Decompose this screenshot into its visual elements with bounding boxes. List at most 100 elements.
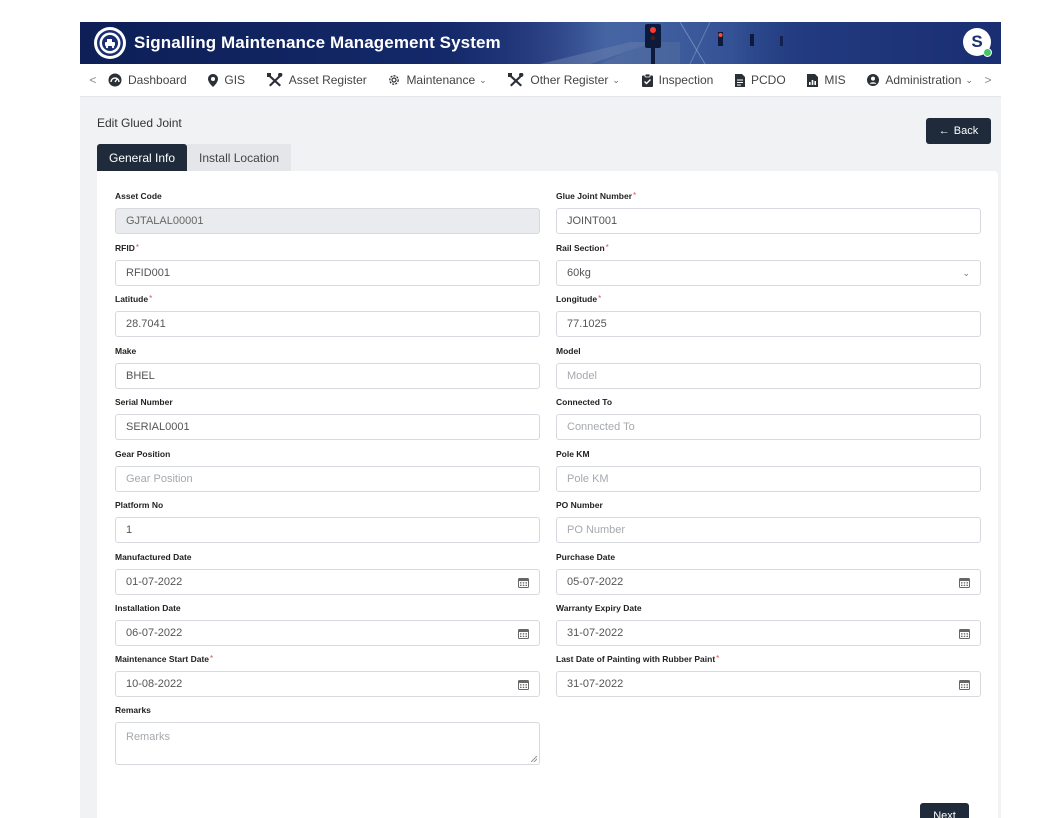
manufactured-date-input[interactable]: 01-07-2022 <box>115 569 540 595</box>
field-label: RFID* <box>115 243 139 253</box>
tab-general-info[interactable]: General Info <box>97 144 188 171</box>
indian-railways-logo <box>94 27 126 59</box>
nav-item-label: MIS <box>824 73 846 87</box>
calendar-icon[interactable] <box>959 628 970 639</box>
nav-item-label: Maintenance <box>406 73 476 87</box>
make-input[interactable]: BHEL <box>115 363 540 389</box>
nav-scroll-right-button[interactable]: > <box>975 73 1001 87</box>
installation-date-input[interactable]: 06-07-2022 <box>115 620 540 646</box>
rail-section-select[interactable]: 60kg ⌄ <box>556 260 981 286</box>
gear-position-field: Gear Position Gear Position <box>115 448 540 492</box>
field-label: Glue Joint Number* <box>556 191 637 201</box>
nav-item-mis[interactable]: MIS <box>807 73 846 87</box>
po-number-field: PO Number PO Number <box>556 499 981 543</box>
longitude-field: Longitude* 77.1025 <box>556 293 981 337</box>
dashboard-gauge-icon <box>108 73 122 87</box>
nav-item-dashboard[interactable]: Dashboard <box>108 73 187 87</box>
longitude-input[interactable]: 77.1025 <box>556 311 981 337</box>
nav-item-label: PCDO <box>751 73 786 87</box>
chevron-down-icon: ⌄ <box>479 74 487 85</box>
remarks-field: Remarks Remarks <box>115 704 540 765</box>
nav-item-maintenance[interactable]: Maintenance ⌄ <box>388 73 487 87</box>
nav-item-label: Inspection <box>658 73 714 87</box>
platform-no-field: Platform No 1 <box>115 499 540 543</box>
field-label: Model <box>556 346 581 356</box>
field-label: Serial Number <box>115 397 173 407</box>
field-label: Manufactured Date <box>115 552 192 562</box>
nav-item-other-register[interactable]: Other Register ⌄ <box>508 73 620 87</box>
po-number-input[interactable]: PO Number <box>556 517 981 543</box>
calendar-icon[interactable] <box>518 679 529 690</box>
nav-item-asset-register[interactable]: Asset Register <box>266 73 367 87</box>
field-label: Installation Date <box>115 603 181 613</box>
back-button-label: Back <box>953 125 979 137</box>
required-mark: * <box>633 191 637 200</box>
make-field: Make BHEL <box>115 345 540 389</box>
calendar-icon[interactable] <box>959 679 970 690</box>
latitude-field: Latitude* 28.7041 <box>115 293 540 337</box>
field-label: Longitude* <box>556 294 602 304</box>
avatar-initial: S <box>971 32 983 51</box>
serial-number-field: Serial Number SERIAL0001 <box>115 396 540 440</box>
calendar-icon[interactable] <box>959 577 970 588</box>
required-mark: * <box>716 654 720 663</box>
nav-item-inspection[interactable]: Inspection <box>641 73 714 87</box>
pole-km-field: Pole KM Pole KM <box>556 448 981 492</box>
remarks-textarea[interactable]: Remarks <box>115 722 540 765</box>
tools-icon <box>508 73 524 87</box>
required-mark: * <box>135 243 139 252</box>
connected-to-input[interactable]: Connected To <box>556 414 981 440</box>
app-header: Signalling Maintenance Management System… <box>80 22 1001 64</box>
last-painting-date-input[interactable]: 31-07-2022 <box>556 671 981 697</box>
rfid-input[interactable]: RFID001 <box>115 260 540 286</box>
online-status-dot <box>983 48 992 57</box>
arrow-left-icon: ← <box>938 125 950 137</box>
serial-number-input[interactable]: SERIAL0001 <box>115 414 540 440</box>
calendar-icon[interactable] <box>518 577 529 588</box>
latitude-input[interactable]: 28.7041 <box>115 311 540 337</box>
nav-item-label: Administration <box>885 73 962 87</box>
field-label: Gear Position <box>115 449 171 459</box>
field-label: Purchase Date <box>556 552 616 562</box>
nav-item-administration[interactable]: Administration ⌄ <box>867 73 973 87</box>
document-icon <box>735 73 745 87</box>
report-icon <box>807 73 819 87</box>
main-navigation: < Dashboard GIS Asset Register Maintenan… <box>80 64 1001 97</box>
field-label: Remarks <box>115 705 151 715</box>
maintenance-start-date-input[interactable]: 10-08-2022 <box>115 671 540 697</box>
glue-joint-number-input[interactable]: JOINT001 <box>556 208 981 234</box>
purchase-date-field: Purchase Date 05-07-2022 <box>556 551 981 595</box>
model-input[interactable]: Model <box>556 363 981 389</box>
tools-icon <box>266 73 283 87</box>
clipboard-check-icon <box>641 73 653 87</box>
manufactured-date-field: Manufactured Date 01-07-2022 <box>115 551 540 595</box>
back-button[interactable]: ← Back <box>926 118 991 144</box>
form-tabs: General Info Install Location <box>97 144 292 171</box>
rfid-field: RFID* RFID001 <box>115 242 540 286</box>
user-avatar[interactable]: S <box>963 28 992 57</box>
asset-code-field: Asset Code GJTALAL00001 <box>115 190 540 234</box>
field-label: PO Number <box>556 500 603 510</box>
user-circle-icon <box>867 74 880 86</box>
nav-item-gis[interactable]: GIS <box>208 73 245 87</box>
nav-item-label: Asset Register <box>288 73 367 87</box>
glue-joint-number-field: Glue Joint Number* JOINT001 <box>556 190 981 234</box>
purchase-date-input[interactable]: 05-07-2022 <box>556 569 981 595</box>
required-mark: * <box>210 654 214 663</box>
resize-handle-icon[interactable] <box>531 756 537 762</box>
installation-date-field: Installation Date 06-07-2022 <box>115 602 540 646</box>
pole-km-input[interactable]: Pole KM <box>556 466 981 492</box>
app-title: Signalling Maintenance Management System <box>134 33 501 52</box>
nav-scroll-left-button[interactable]: < <box>80 73 106 87</box>
platform-no-input[interactable]: 1 <box>115 517 540 543</box>
required-mark: * <box>598 294 602 303</box>
field-label: Last Date of Painting with Rubber Paint* <box>556 654 720 664</box>
warranty-expiry-date-input[interactable]: 31-07-2022 <box>556 620 981 646</box>
tab-install-location[interactable]: Install Location <box>187 144 292 171</box>
gear-position-input[interactable]: Gear Position <box>115 466 540 492</box>
next-button[interactable]: Next <box>920 803 969 818</box>
nav-item-pcdo[interactable]: PCDO <box>735 73 786 87</box>
calendar-icon[interactable] <box>518 628 529 639</box>
last-painting-date-field: Last Date of Painting with Rubber Paint*… <box>556 653 981 697</box>
app-container: Signalling Maintenance Management System… <box>80 22 1001 818</box>
